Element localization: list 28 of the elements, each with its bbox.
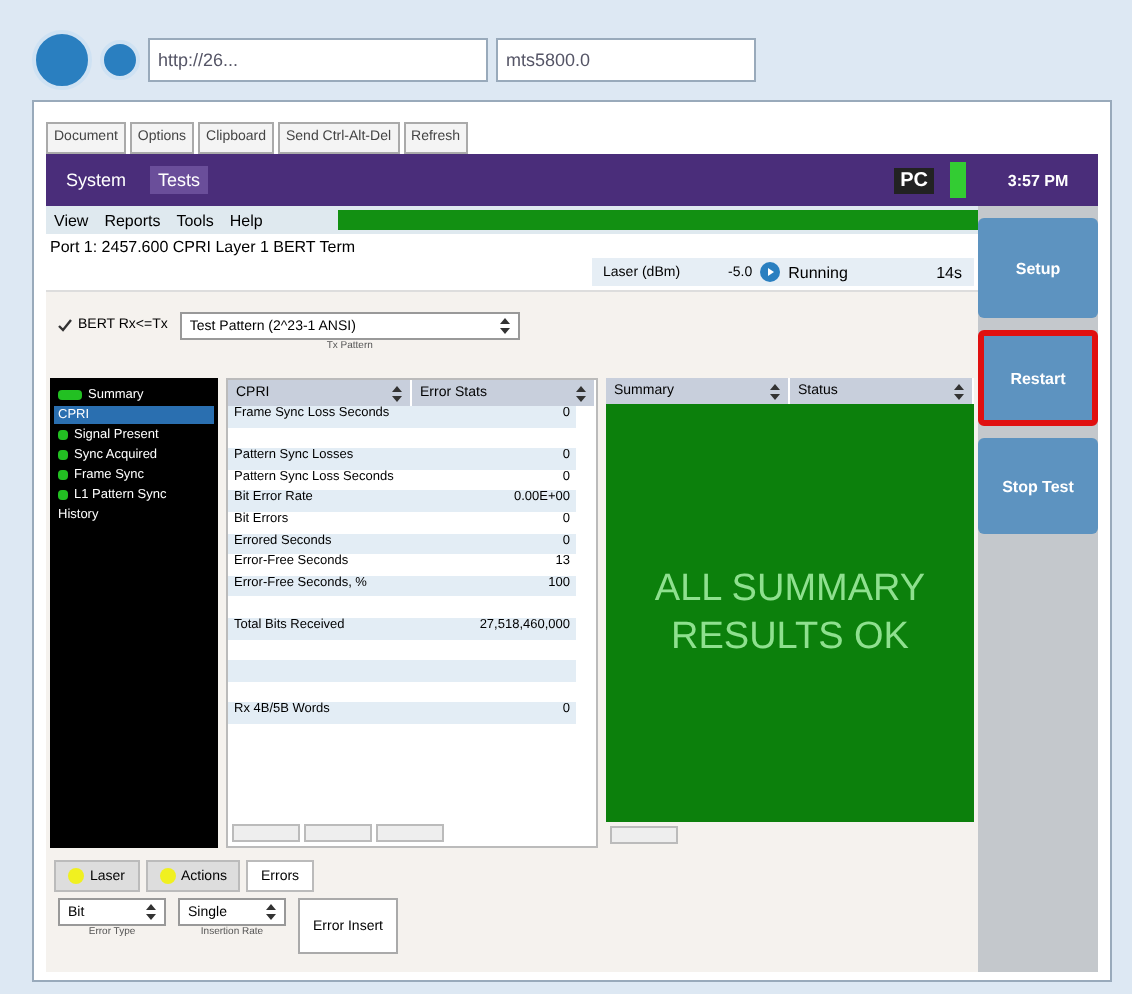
updown-icon bbox=[499, 318, 510, 334]
elapsed-time: 14s bbox=[936, 263, 962, 281]
battery-icon bbox=[950, 162, 966, 198]
table-tool-button[interactable] bbox=[304, 824, 372, 842]
address-bar[interactable]: http://26... bbox=[148, 38, 488, 82]
top-bar-item[interactable]: Tests bbox=[150, 166, 209, 194]
menu-item[interactable]: Tools bbox=[176, 211, 214, 229]
zoom-button[interactable] bbox=[610, 826, 678, 844]
updown-icon bbox=[576, 385, 586, 401]
pc-badge: PC bbox=[894, 167, 934, 193]
summary-message: ALL SUMMARY RESULTS OK bbox=[606, 404, 974, 822]
updown-icon bbox=[770, 383, 780, 399]
port-title: Port 1: 2457.600 CPRI Layer 1 BERT Term bbox=[50, 238, 358, 256]
play-icon bbox=[760, 262, 781, 282]
run-state: Running bbox=[788, 263, 850, 281]
table-tool-button[interactable] bbox=[376, 824, 444, 842]
updown-icon bbox=[266, 904, 276, 920]
browser-tab[interactable]: mts5800.0 bbox=[496, 38, 756, 82]
menu-item[interactable]: View bbox=[54, 211, 89, 229]
clock-time: 3:57 PM bbox=[1007, 171, 1069, 189]
updown-icon bbox=[392, 385, 402, 401]
checkmark-icon bbox=[58, 318, 72, 332]
table-tool-button[interactable] bbox=[232, 824, 300, 842]
top-bar-item[interactable]: System bbox=[58, 166, 135, 194]
menu-item[interactable]: Help bbox=[229, 211, 263, 229]
menu-item[interactable]: Reports bbox=[104, 211, 161, 229]
updown-icon bbox=[146, 904, 156, 920]
updown-icon bbox=[954, 383, 964, 399]
